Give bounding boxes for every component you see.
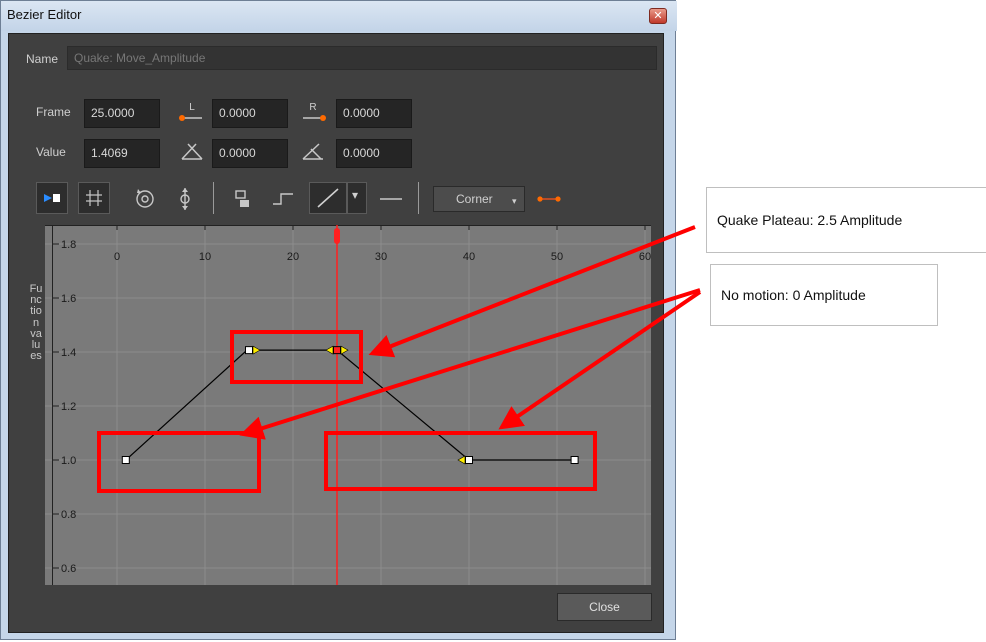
- chevron-down-icon: ▾: [352, 188, 359, 202]
- y-tick-label: 1.2: [61, 401, 76, 413]
- flat-tangent-icon[interactable]: [376, 184, 406, 214]
- x-tick-label: 10: [199, 251, 211, 263]
- broken-tangent-icon[interactable]: [534, 186, 564, 212]
- name-field[interactable]: Quake: Move_Amplitude: [67, 46, 657, 70]
- x-tick-label: 0: [114, 251, 120, 263]
- playhead-handle: [334, 228, 340, 244]
- cycle-icon[interactable]: [130, 184, 160, 214]
- keyframe-point[interactable]: [333, 346, 341, 355]
- dropdown-arrow-icon: ▾: [512, 196, 517, 206]
- keyframe-point[interactable]: [121, 456, 130, 464]
- interpolation-dropdown-button[interactable]: ▾: [347, 182, 367, 214]
- y-tick-label: 1.8: [61, 239, 76, 251]
- frame-field[interactable]: 25.0000: [84, 99, 160, 128]
- right-angle-icon: [302, 143, 323, 160]
- stepped-interpolation-icon[interactable]: [268, 184, 298, 214]
- right-angle-field[interactable]: 0.0000: [336, 139, 412, 168]
- x-tick-label: 40: [463, 251, 475, 263]
- keyframe-point[interactable]: [465, 456, 473, 464]
- close-button[interactable]: Close: [557, 593, 652, 621]
- align-vertical-icon[interactable]: [170, 184, 200, 214]
- x-tick-label: 20: [287, 251, 299, 263]
- right-handle-letter: R: [309, 102, 316, 113]
- function-curve-graph[interactable]: 0 10 20 30 40 50 60 1.8 1.6 1.4 1.2 1.0 0.8 0.6: [45, 225, 651, 585]
- left-handle-x-icon: L: [179, 102, 202, 121]
- right-handle-x-icon: R: [303, 102, 326, 121]
- snap-grid-button[interactable]: [78, 182, 110, 214]
- right-handle-x-field[interactable]: 0.0000: [336, 99, 412, 128]
- graph-background: [45, 225, 651, 585]
- toolbar-separator: [418, 182, 419, 214]
- window-close-button[interactable]: ✕: [649, 8, 667, 24]
- x-tick-label: 60: [639, 251, 651, 263]
- x-tick-label: 50: [551, 251, 563, 263]
- key-type-icon[interactable]: [228, 184, 258, 214]
- callout-plateau: Quake Plateau: 2.5 Amplitude: [706, 187, 986, 253]
- left-angle-field[interactable]: 0.0000: [212, 139, 288, 168]
- keyframe-point[interactable]: [570, 456, 579, 464]
- name-label: Name: [26, 52, 59, 66]
- value-field[interactable]: 1.4069: [84, 139, 160, 168]
- y-axis-title: Function values: [29, 283, 43, 363]
- play-to-key-icon: [44, 194, 60, 202]
- toolbar-separator: [213, 182, 214, 214]
- x-tick-label: 30: [375, 251, 387, 263]
- y-tick-label: 1.0: [61, 455, 76, 467]
- play-to-key-button[interactable]: [36, 182, 68, 214]
- corner-interpolation-button[interactable]: Corner ▾: [433, 186, 525, 212]
- linear-interpolation-button[interactable]: [309, 182, 347, 214]
- keyframe-point[interactable]: [245, 346, 253, 355]
- callout-no-motion: No motion: 0 Amplitude: [710, 264, 938, 326]
- y-tick-label: 0.8: [61, 509, 76, 521]
- linear-line-icon: [317, 188, 339, 208]
- window-title: Bezier Editor: [7, 7, 82, 22]
- grid-snap-icon: [86, 190, 102, 206]
- frame-label: Frame: [36, 105, 71, 119]
- left-angle-icon: [181, 143, 203, 160]
- y-tick-label: 1.4: [61, 347, 76, 359]
- y-tick-label: 1.6: [61, 293, 76, 305]
- corner-label: Corner: [456, 192, 493, 206]
- y-tick-label: 0.6: [61, 563, 76, 575]
- value-label: Value: [36, 145, 66, 159]
- left-handle-letter: L: [189, 102, 195, 113]
- left-handle-x-field[interactable]: 0.0000: [212, 99, 288, 128]
- title-bar[interactable]: Bezier Editor ✕: [1, 1, 677, 31]
